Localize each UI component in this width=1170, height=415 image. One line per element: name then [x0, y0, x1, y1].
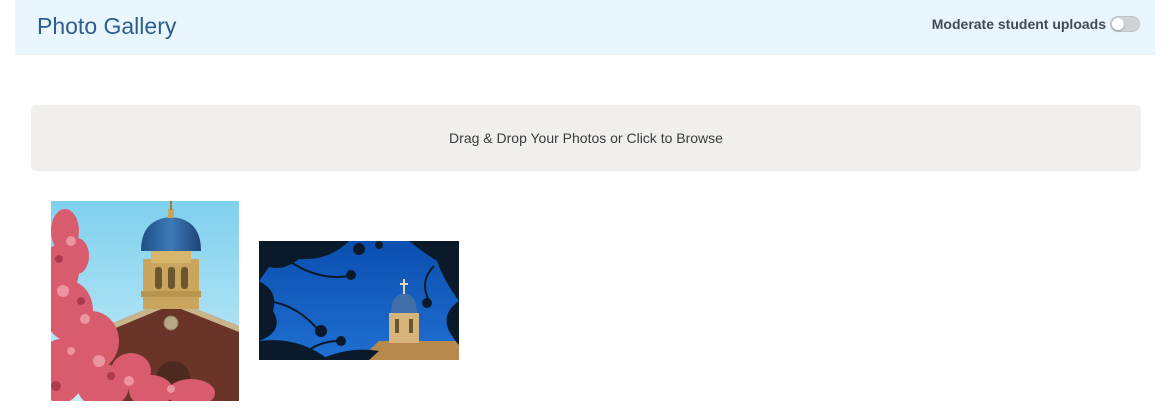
photo-upload-dropzone[interactable]: Drag & Drop Your Photos or Click to Brow… — [31, 105, 1141, 171]
moderate-uploads-toggle[interactable] — [1110, 16, 1140, 32]
page-title: Photo Gallery — [37, 13, 177, 39]
moderate-uploads-label: Moderate student uploads — [931, 16, 1106, 32]
gallery-header: Photo Gallery Moderate student uploads — [15, 0, 1155, 55]
moderate-uploads-control: Moderate student uploads — [932, 14, 1140, 34]
gallery-photo-thumbnail[interactable] — [259, 241, 459, 360]
dropzone-text: Drag & Drop Your Photos or Click to Brow… — [449, 130, 723, 146]
toggle-knob — [1112, 18, 1124, 30]
gallery-photo-thumbnail[interactable] — [51, 201, 239, 401]
photo-image — [51, 201, 239, 401]
photo-image — [259, 241, 459, 360]
